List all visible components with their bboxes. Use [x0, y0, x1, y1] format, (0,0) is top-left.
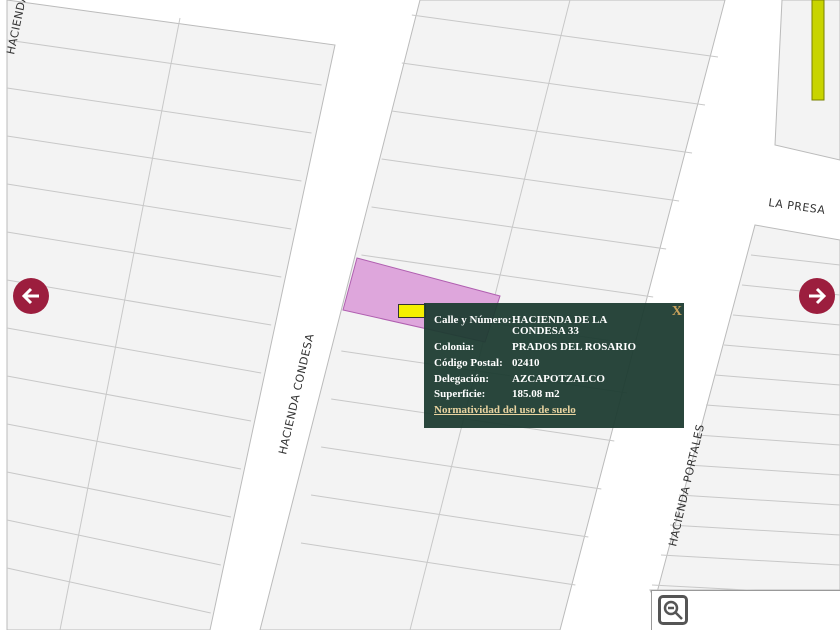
field-value: PRADOS DEL ROSARIO [512, 341, 637, 353]
field-value: AZCAPOTZALCO [512, 373, 605, 385]
map-canvas[interactable]: HACIENDA HACIENDA CONDESA LA PRESA HACIE… [0, 0, 840, 630]
highlighted-road [811, 0, 825, 101]
field-value: 185.08 m2 [512, 388, 560, 400]
field-value: HACIENDA DE LA CONDESA 33 [512, 314, 607, 337]
field-label: Código Postal: [434, 357, 503, 369]
magnifier-minus-icon [663, 600, 683, 620]
overview-map[interactable] [651, 590, 840, 630]
arrow-right-icon [809, 287, 827, 305]
land-use-link[interactable]: Normatividad del uso de suelo [434, 404, 576, 416]
close-button[interactable]: X [672, 304, 682, 320]
parcel-info-popup: X Calle y Número: HACIENDA DE LA CONDESA … [424, 303, 684, 428]
field-value: 02410 [512, 357, 540, 369]
field-label: Delegación: [434, 373, 489, 385]
parcel-marker[interactable] [398, 304, 426, 318]
pan-left-button[interactable] [13, 278, 49, 314]
field-label: Superficie: [434, 388, 486, 400]
pan-right-button[interactable] [799, 278, 835, 314]
block-top-right [774, 0, 840, 161]
arrow-left-icon [21, 287, 39, 305]
field-label: Colonia: [434, 341, 475, 353]
street-label: LA PRESA [768, 196, 827, 217]
zoom-out-button[interactable] [658, 595, 688, 625]
field-label: Calle y Número: [434, 314, 512, 326]
